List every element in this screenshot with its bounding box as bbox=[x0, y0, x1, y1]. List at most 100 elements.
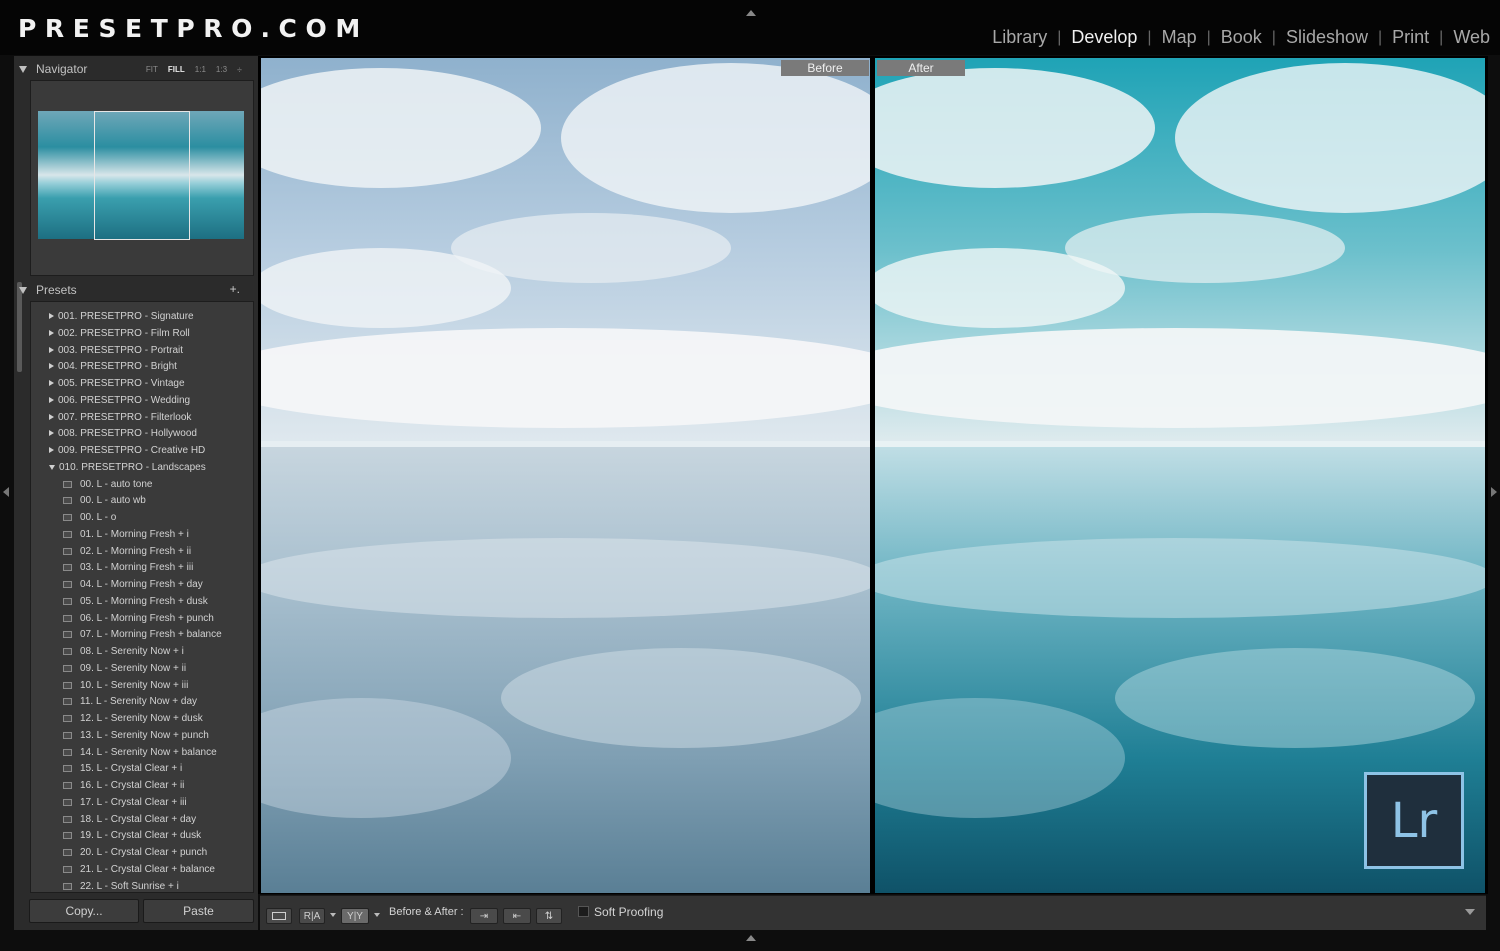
preset-item-label: 02. L - Morning Fresh + ii bbox=[80, 545, 192, 557]
swap-before-after-button[interactable]: ⇅ bbox=[536, 908, 562, 924]
preset-icon bbox=[63, 865, 72, 873]
disclosure-triangle-icon[interactable] bbox=[19, 65, 27, 73]
preset-item[interactable]: 05. L - Morning Fresh + dusk bbox=[63, 593, 208, 609]
preset-item[interactable]: 10. L - Serenity Now + iii bbox=[63, 677, 188, 693]
preset-folder[interactable]: 002. PRESETPRO - Film Roll bbox=[49, 325, 190, 341]
preset-item-label: 09. L - Serenity Now + ii bbox=[80, 662, 187, 674]
preset-item[interactable]: 07. L - Morning Fresh + balance bbox=[63, 626, 222, 642]
preset-icon bbox=[63, 697, 72, 705]
module-separator: | bbox=[1057, 28, 1062, 46]
preset-icon bbox=[63, 748, 72, 756]
preset-folder[interactable]: 003. PRESETPRO - Portrait bbox=[49, 342, 183, 358]
preset-folder[interactable]: 007. PRESETPRO - Filterlook bbox=[49, 409, 191, 425]
disclosure-triangle-icon[interactable] bbox=[19, 286, 27, 294]
toolbar-menu-icon[interactable] bbox=[1465, 909, 1475, 915]
preset-item[interactable]: 02. L - Morning Fresh + ii bbox=[63, 543, 191, 559]
preset-item[interactable]: 01. L - Morning Fresh + i bbox=[63, 526, 189, 542]
preset-item[interactable]: 09. L - Serenity Now + ii bbox=[63, 660, 186, 676]
preset-item[interactable]: 03. L - Morning Fresh + iii bbox=[63, 559, 193, 575]
preset-item[interactable]: 08. L - Serenity Now + i bbox=[63, 643, 184, 659]
before-after-left-right-button[interactable]: R|A bbox=[299, 908, 325, 924]
folder-collapsed-icon bbox=[49, 397, 54, 403]
preset-item[interactable]: 17. L - Crystal Clear + iii bbox=[63, 794, 187, 810]
preset-item-label: 15. L - Crystal Clear + i bbox=[80, 762, 183, 774]
preset-folder[interactable]: 008. PRESETPRO - Hollywood bbox=[49, 425, 197, 441]
preset-item[interactable]: 14. L - Serenity Now + balance bbox=[63, 744, 217, 760]
paste-button[interactable]: Paste bbox=[143, 899, 254, 923]
swap-icon: ⇅ bbox=[544, 910, 554, 922]
zoom-option-1-1[interactable]: 1:1 bbox=[195, 65, 206, 75]
preset-item[interactable]: 22. L - Soft Sunrise + i bbox=[63, 878, 179, 892]
module-picker: Library | Develop | Map | Book | Slideshow | Print… bbox=[992, 27, 1490, 48]
preset-item[interactable]: 06. L - Morning Fresh + punch bbox=[63, 610, 214, 626]
preset-folder[interactable]: 004. PRESETPRO - Bright bbox=[49, 358, 177, 374]
loupe-view-button[interactable] bbox=[266, 908, 292, 924]
before-label: Before bbox=[781, 60, 869, 76]
arrow-left-icon: ⇤ bbox=[512, 910, 522, 922]
preset-item[interactable]: 19. L - Crystal Clear + dusk bbox=[63, 827, 201, 843]
navigator-view-rectangle[interactable] bbox=[94, 111, 190, 240]
preset-icon bbox=[63, 781, 72, 789]
copy-before-to-after-button[interactable]: ⇥ bbox=[470, 908, 498, 924]
module-separator: | bbox=[1206, 28, 1211, 46]
preset-icon bbox=[63, 513, 72, 521]
preset-item[interactable]: 00. L - auto wb bbox=[63, 492, 146, 508]
preset-icon bbox=[63, 563, 72, 571]
preset-item[interactable]: 11. L - Serenity Now + day bbox=[63, 693, 197, 709]
preset-folder[interactable]: 009. PRESETPRO - Creative HD bbox=[49, 442, 205, 458]
zoom-option-fill[interactable]: FILL bbox=[168, 65, 185, 75]
preset-item[interactable]: 00. L - o bbox=[63, 509, 116, 525]
preset-folder-open[interactable]: 010. PRESETPRO - Landscapes bbox=[49, 459, 206, 475]
preset-item[interactable]: 15. L - Crystal Clear + i bbox=[63, 760, 182, 776]
preset-folder[interactable]: 006. PRESETPRO - Wedding bbox=[49, 392, 190, 408]
collapse-filmstrip-icon[interactable] bbox=[746, 935, 756, 941]
preset-item[interactable]: 18. L - Crystal Clear + day bbox=[63, 811, 196, 827]
copy-button[interactable]: Copy... bbox=[29, 899, 139, 923]
before-photo[interactable] bbox=[261, 58, 870, 893]
after-photo[interactable] bbox=[875, 58, 1485, 893]
preset-icon bbox=[63, 614, 72, 622]
folder-collapsed-icon bbox=[49, 430, 54, 436]
collapse-right-panel-icon[interactable] bbox=[1491, 487, 1497, 497]
zoom-option-fit[interactable]: FIT bbox=[146, 65, 158, 75]
preset-item[interactable]: 12. L - Serenity Now + dusk bbox=[63, 710, 203, 726]
add-preset-icon[interactable]: +. bbox=[230, 282, 240, 296]
view-options-dropdown-icon[interactable] bbox=[330, 913, 336, 917]
collapse-top-panel-icon[interactable] bbox=[746, 10, 756, 16]
module-separator: | bbox=[1271, 28, 1276, 46]
folder-collapsed-icon bbox=[49, 347, 54, 353]
preset-icon bbox=[63, 547, 72, 555]
soft-proofing-label: Soft Proofing bbox=[594, 905, 664, 919]
copy-after-to-before-button[interactable]: ⇤ bbox=[503, 908, 531, 924]
split-options-dropdown-icon[interactable] bbox=[374, 913, 380, 917]
presets-header[interactable]: Presets +. bbox=[16, 279, 244, 301]
preset-icon bbox=[63, 681, 72, 689]
zoom-option-1-3[interactable]: 1:3 bbox=[216, 65, 227, 75]
module-print[interactable]: Print bbox=[1392, 27, 1429, 48]
preset-folder[interactable]: 005. PRESETPRO - Vintage bbox=[49, 375, 185, 391]
folder-collapsed-icon bbox=[49, 414, 54, 420]
preset-item[interactable]: 13. L - Serenity Now + punch bbox=[63, 727, 209, 743]
module-library[interactable]: Library bbox=[992, 27, 1047, 48]
preset-item[interactable]: 21. L - Crystal Clear + balance bbox=[63, 861, 215, 877]
preset-item[interactable]: 04. L - Morning Fresh + day bbox=[63, 576, 203, 592]
preset-item-label: 20. L - Crystal Clear + punch bbox=[80, 846, 208, 858]
preset-icon bbox=[63, 815, 72, 823]
preset-folder-label: 008. PRESETPRO - Hollywood bbox=[58, 427, 197, 439]
soft-proofing-checkbox[interactable] bbox=[578, 906, 589, 917]
preset-item[interactable]: 20. L - Crystal Clear + punch bbox=[63, 844, 207, 860]
collapse-left-panel-icon[interactable] bbox=[3, 487, 9, 497]
preset-item[interactable]: 16. L - Crystal Clear + ii bbox=[63, 777, 184, 793]
module-map[interactable]: Map bbox=[1162, 27, 1197, 48]
module-slideshow[interactable]: Slideshow bbox=[1286, 27, 1368, 48]
preset-folder-label: 006. PRESETPRO - Wedding bbox=[58, 394, 191, 406]
preset-item[interactable]: 00. L - auto tone bbox=[63, 476, 152, 492]
before-after-split-button[interactable]: Y|Y bbox=[341, 908, 369, 924]
module-develop[interactable]: Develop bbox=[1071, 27, 1137, 48]
preset-icon bbox=[63, 831, 72, 839]
zoom-dropdown-icon[interactable]: ÷ bbox=[237, 65, 242, 75]
module-book[interactable]: Book bbox=[1221, 27, 1262, 48]
navigator-header[interactable]: Navigator FIT FILL 1:1 1:3 ÷ bbox=[16, 58, 244, 80]
preset-folder[interactable]: 001. PRESETPRO - Signature bbox=[49, 308, 194, 324]
module-web[interactable]: Web bbox=[1453, 27, 1490, 48]
